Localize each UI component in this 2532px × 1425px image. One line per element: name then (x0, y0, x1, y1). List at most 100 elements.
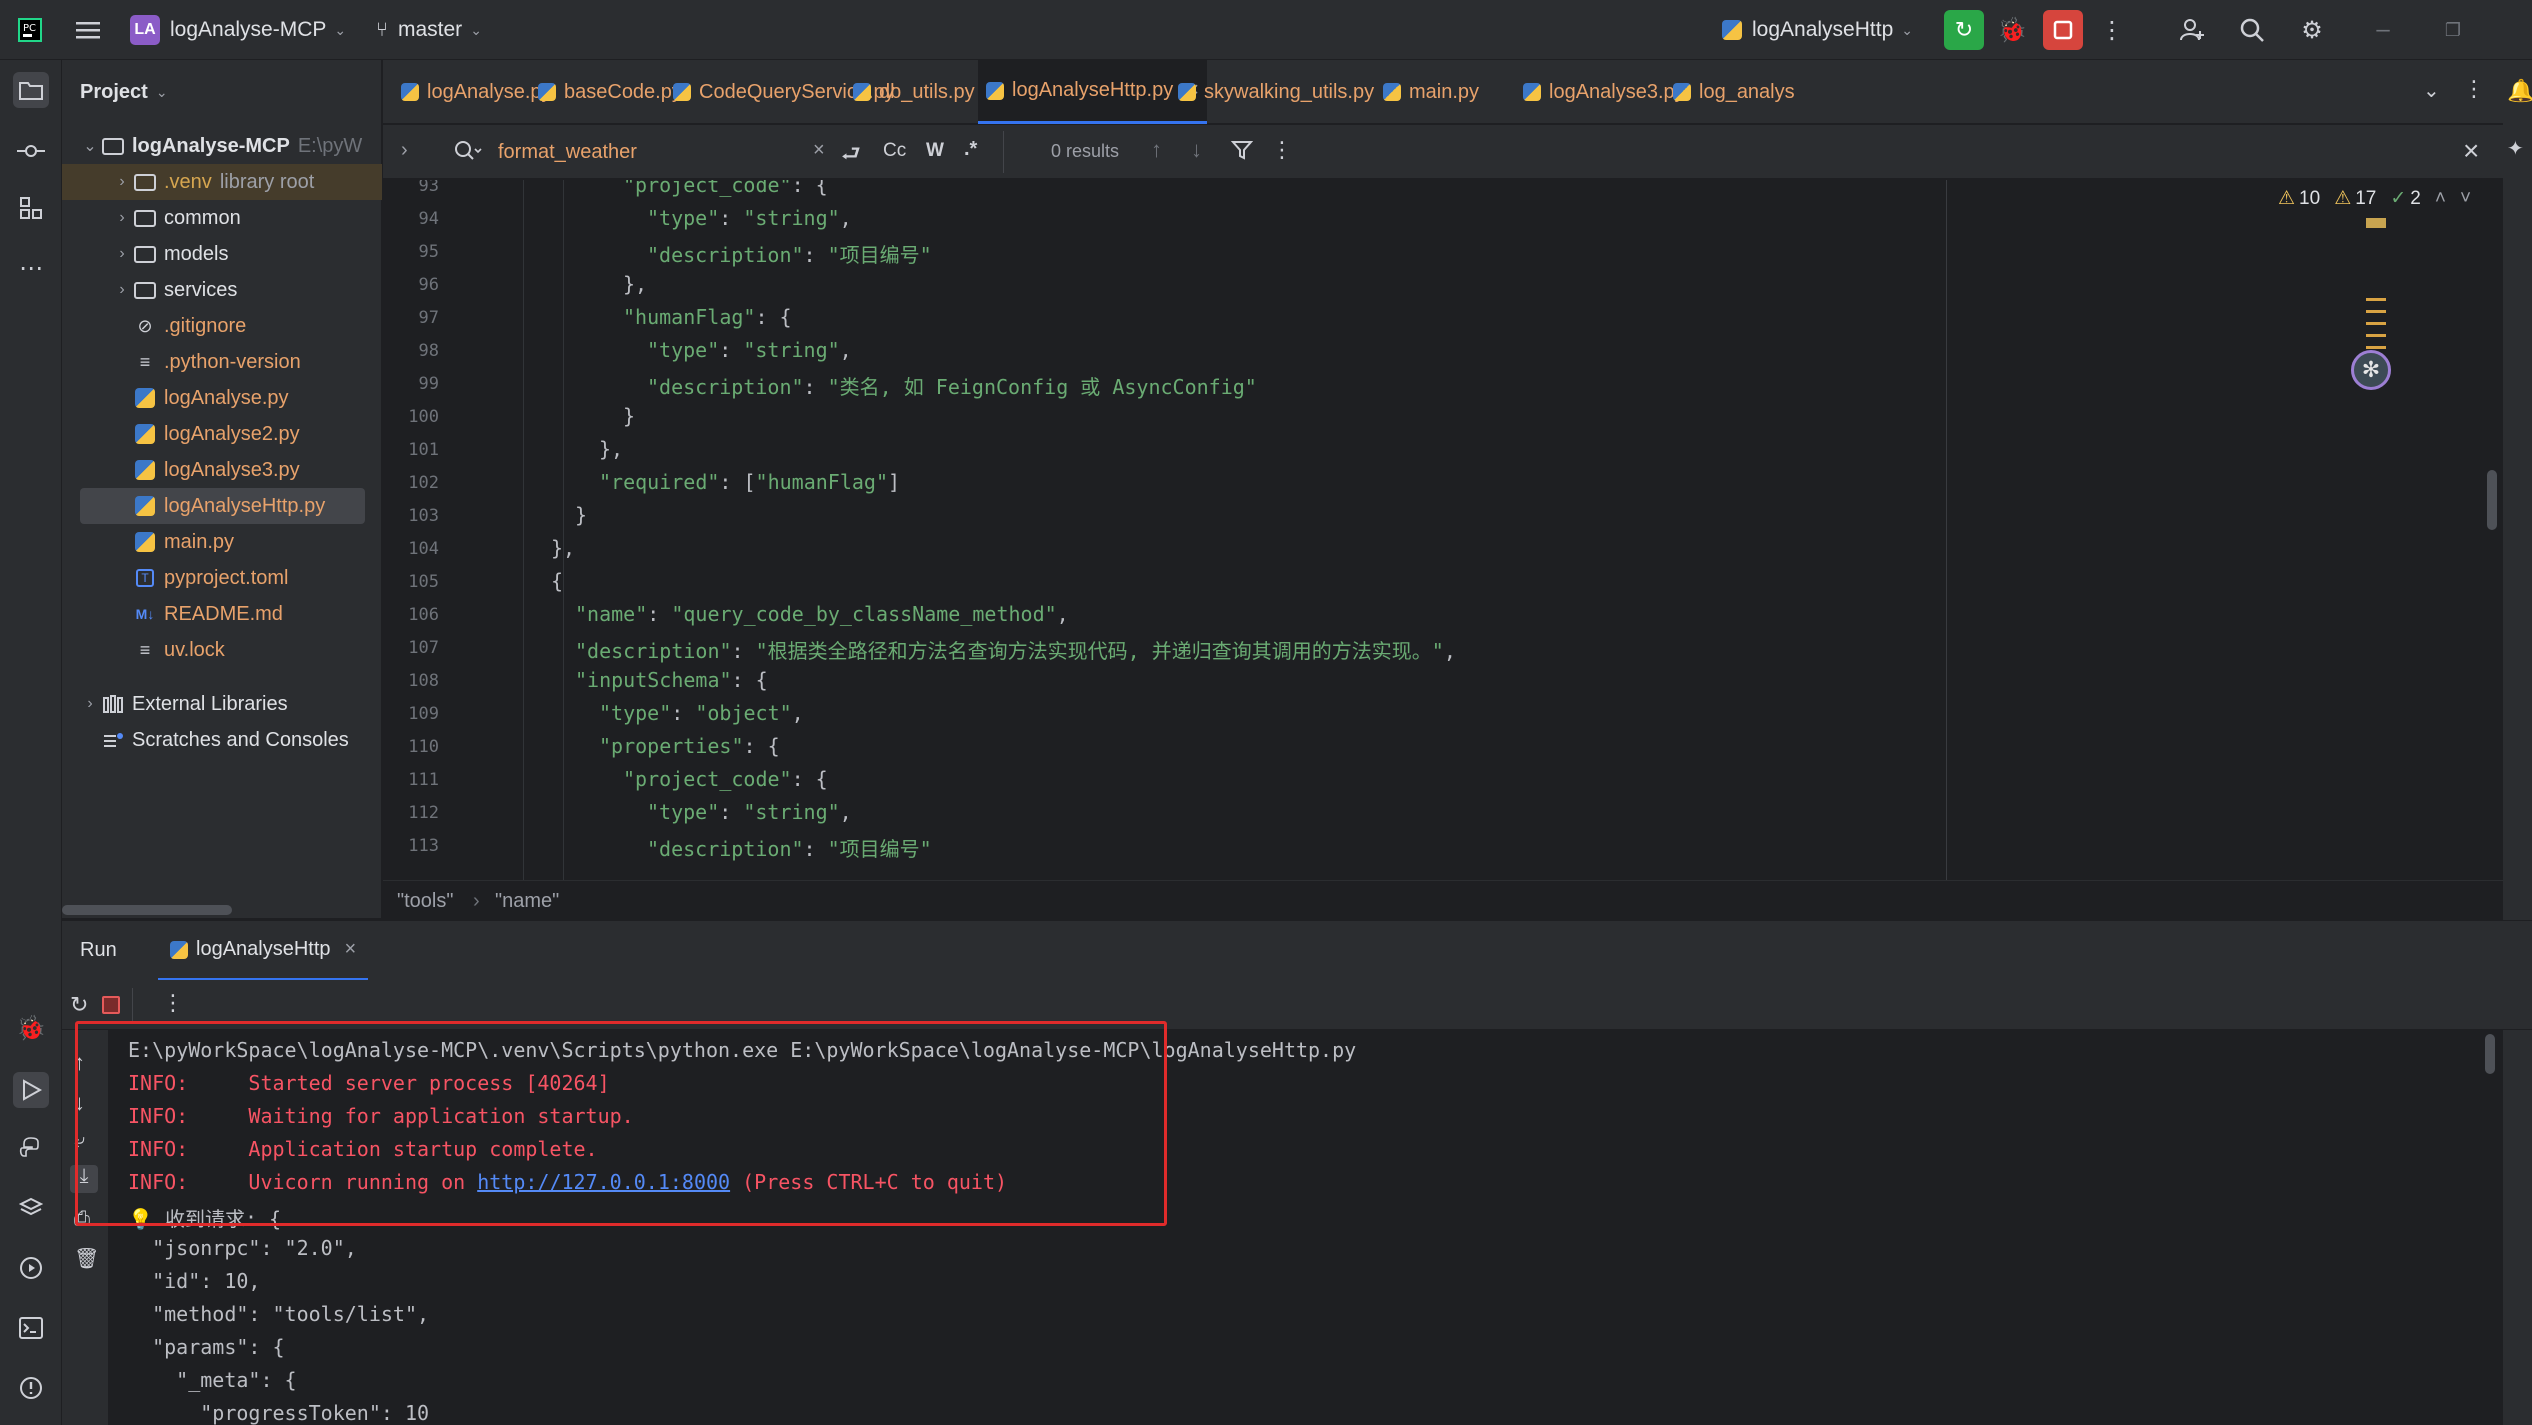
error-stripe-mark[interactable] (2366, 218, 2386, 228)
code-string-token: "type" (599, 701, 672, 725)
tree-item[interactable]: logAnalyse.py (62, 380, 382, 416)
project-horizontal-scrollbar[interactable] (62, 905, 232, 915)
commit-icon[interactable] (13, 133, 49, 169)
ai-assistant-icon[interactable]: ✻ (2351, 350, 2391, 390)
chevron-right-icon: › (87, 695, 93, 712)
stop-icon[interactable] (102, 996, 120, 1014)
editor-tab[interactable]: skywalking_utils.py (1178, 60, 1374, 124)
tree-item[interactable]: Tpyproject.toml (62, 560, 382, 596)
run-config-selector[interactable]: logAnalyseHttp ⌄ (1722, 0, 1913, 60)
chevron-down-icon[interactable]: ˅ (2460, 188, 2471, 210)
rerun-icon[interactable]: ↻ (1944, 10, 1984, 50)
tree-scratches[interactable]: Scratches and Consoles (62, 722, 382, 758)
minimize-icon[interactable]: – (2367, 14, 2399, 46)
structure-icon[interactable] (13, 190, 49, 226)
run-tool-icon[interactable] (13, 1072, 49, 1108)
tree-item[interactable]: ⊘ .gitignore (62, 308, 382, 344)
whole-word-toggle[interactable]: W (926, 140, 944, 162)
restore-icon[interactable]: ❐ (2437, 14, 2469, 46)
stop-icon[interactable] (2043, 10, 2083, 50)
breadcrumb-item-name[interactable]: "name" (495, 890, 559, 913)
more-tabs-icon[interactable]: ⋮ (2463, 76, 2485, 102)
plugin-icon[interactable]: ✦ (2507, 136, 2524, 161)
error-stripe-marks[interactable] (2366, 298, 2386, 358)
editor-vertical-scrollbar[interactable] (2487, 470, 2497, 530)
layers-icon[interactable] (13, 1190, 49, 1226)
editor-tab[interactable]: db_utils.py (853, 60, 975, 124)
project-panel-header[interactable]: Project ⌄ (80, 74, 400, 110)
more-actions-icon[interactable]: ⋮ (2096, 14, 2128, 46)
clear-trash-icon[interactable]: 🗑 (74, 1246, 99, 1271)
chevron-right-icon: › (119, 245, 125, 262)
tree-item[interactable]: › services (62, 272, 382, 308)
search-icon[interactable] (2236, 14, 2268, 46)
python-console-icon[interactable] (13, 1130, 49, 1166)
more-actions-icon[interactable]: ⋮ (162, 990, 184, 1016)
tree-item[interactable]: logAnalyse3.py (62, 452, 382, 488)
debug-bug-icon[interactable]: 🐞 (13, 1010, 49, 1046)
tree-item[interactable]: main.py (62, 524, 382, 560)
editor-tab[interactable]: logAnalyse3.py (1523, 60, 1685, 124)
tree-item[interactable]: ≡ .python-version (62, 344, 382, 380)
code-line: "required": ["humanFlag"] (599, 470, 900, 494)
search-history-icon[interactable] (453, 139, 483, 170)
tree-external-libraries[interactable]: › External Libraries (62, 686, 382, 722)
project-switcher[interactable]: LA logAnalyse-MCP ⌄ (130, 0, 346, 60)
main-menu-icon[interactable] (72, 14, 104, 46)
more-search-options-icon[interactable]: ⋮ (1271, 137, 1293, 163)
scroll-up-icon[interactable]: ↑ (74, 1050, 85, 1076)
close-find-bar-icon[interactable]: × (2463, 135, 2479, 167)
tree-item[interactable]: ≡ uv.lock (62, 632, 382, 668)
notifications-bell-icon[interactable]: 🔔 (2507, 78, 2532, 104)
python-icon (1722, 20, 1742, 40)
tabs-dropdown-icon[interactable]: ⌄ (2423, 78, 2440, 103)
debug-icon[interactable]: 🐞 (1996, 14, 2028, 46)
editor-tab[interactable]: logAnalyseHttp.py× (978, 60, 1207, 124)
svg-text:PC: PC (23, 23, 36, 34)
previous-occurrence-icon[interactable]: ↑ (1151, 137, 1162, 163)
editor-tab[interactable]: baseCode.py (538, 60, 682, 124)
print-icon[interactable]: ⎙ (74, 1208, 90, 1231)
tree-item[interactable]: › common (62, 200, 382, 236)
tree-root[interactable]: ⌄ logAnalyse-MCP E:\pyW (62, 128, 382, 164)
filter-icon[interactable] (1230, 139, 1254, 166)
tree-item[interactable]: › .venv library root (62, 164, 382, 200)
editor-tab[interactable]: main.py (1383, 60, 1479, 124)
branch-switcher[interactable]: ⑂ master ⌄ (376, 0, 482, 60)
match-case-toggle[interactable]: Cc (883, 140, 906, 162)
editor-tab[interactable]: log_analys (1673, 60, 1795, 124)
search-input[interactable] (498, 135, 798, 169)
tree-item[interactable]: logAnalyse2.py (62, 416, 382, 452)
console-scrollbar[interactable] (2485, 1034, 2495, 1074)
scroll-down-icon[interactable]: ↓ (74, 1090, 85, 1116)
add-user-icon[interactable] (2176, 14, 2208, 46)
services-icon[interactable] (13, 1250, 49, 1286)
next-occurrence-icon[interactable]: ↓ (1191, 137, 1202, 163)
problems-icon[interactable] (13, 1370, 49, 1406)
tree-item[interactable]: › models (62, 236, 382, 272)
close-tab-icon[interactable]: × (345, 938, 357, 961)
breadcrumb-item-tools[interactable]: "tools" (397, 890, 453, 913)
inspection-widget[interactable]: ⚠ 10 ⚠ 17 ✓ 2 ˄ ˅ (2278, 187, 2471, 210)
rerun-icon[interactable]: ↻ (70, 992, 88, 1018)
run-panel-title[interactable]: Run (80, 939, 117, 962)
scroll-to-end-icon[interactable]: ⤓ (70, 1165, 98, 1193)
terminal-icon[interactable] (13, 1310, 49, 1346)
clear-search-icon[interactable]: × (813, 139, 825, 162)
settings-gear-icon[interactable]: ⚙ (2296, 14, 2328, 46)
run-tab[interactable]: logAnalyseHttp × (158, 921, 369, 981)
tree-item[interactable]: M↓ README.md (62, 596, 382, 632)
tree-item[interactable]: logAnalyseHttp.py (80, 488, 365, 524)
chevron-up-icon[interactable]: ˄ (2435, 188, 2446, 210)
regex-toggle[interactable]: .* (964, 138, 977, 161)
code-editor[interactable]: 93 "project_code": {94 "type": "string", 95… (383, 180, 2503, 880)
run-console[interactable]: E:\pyWorkSpace\logAnalyse-MCP\.venv\Scri… (108, 1030, 2503, 1425)
more-tools-icon[interactable]: ⋯ (13, 250, 49, 286)
code-punctuation-token: , (1443, 639, 1456, 663)
server-url-link[interactable]: http://127.0.0.1:8000 (477, 1170, 730, 1194)
new-line-icon[interactable]: ⮐ (841, 137, 861, 175)
soft-wrap-icon[interactable]: ⤶ (74, 1130, 85, 1153)
editor-tab[interactable]: logAnalyse.py (401, 60, 552, 124)
chevron-right-icon[interactable]: › (401, 139, 408, 162)
project-folder-icon[interactable] (13, 72, 49, 108)
